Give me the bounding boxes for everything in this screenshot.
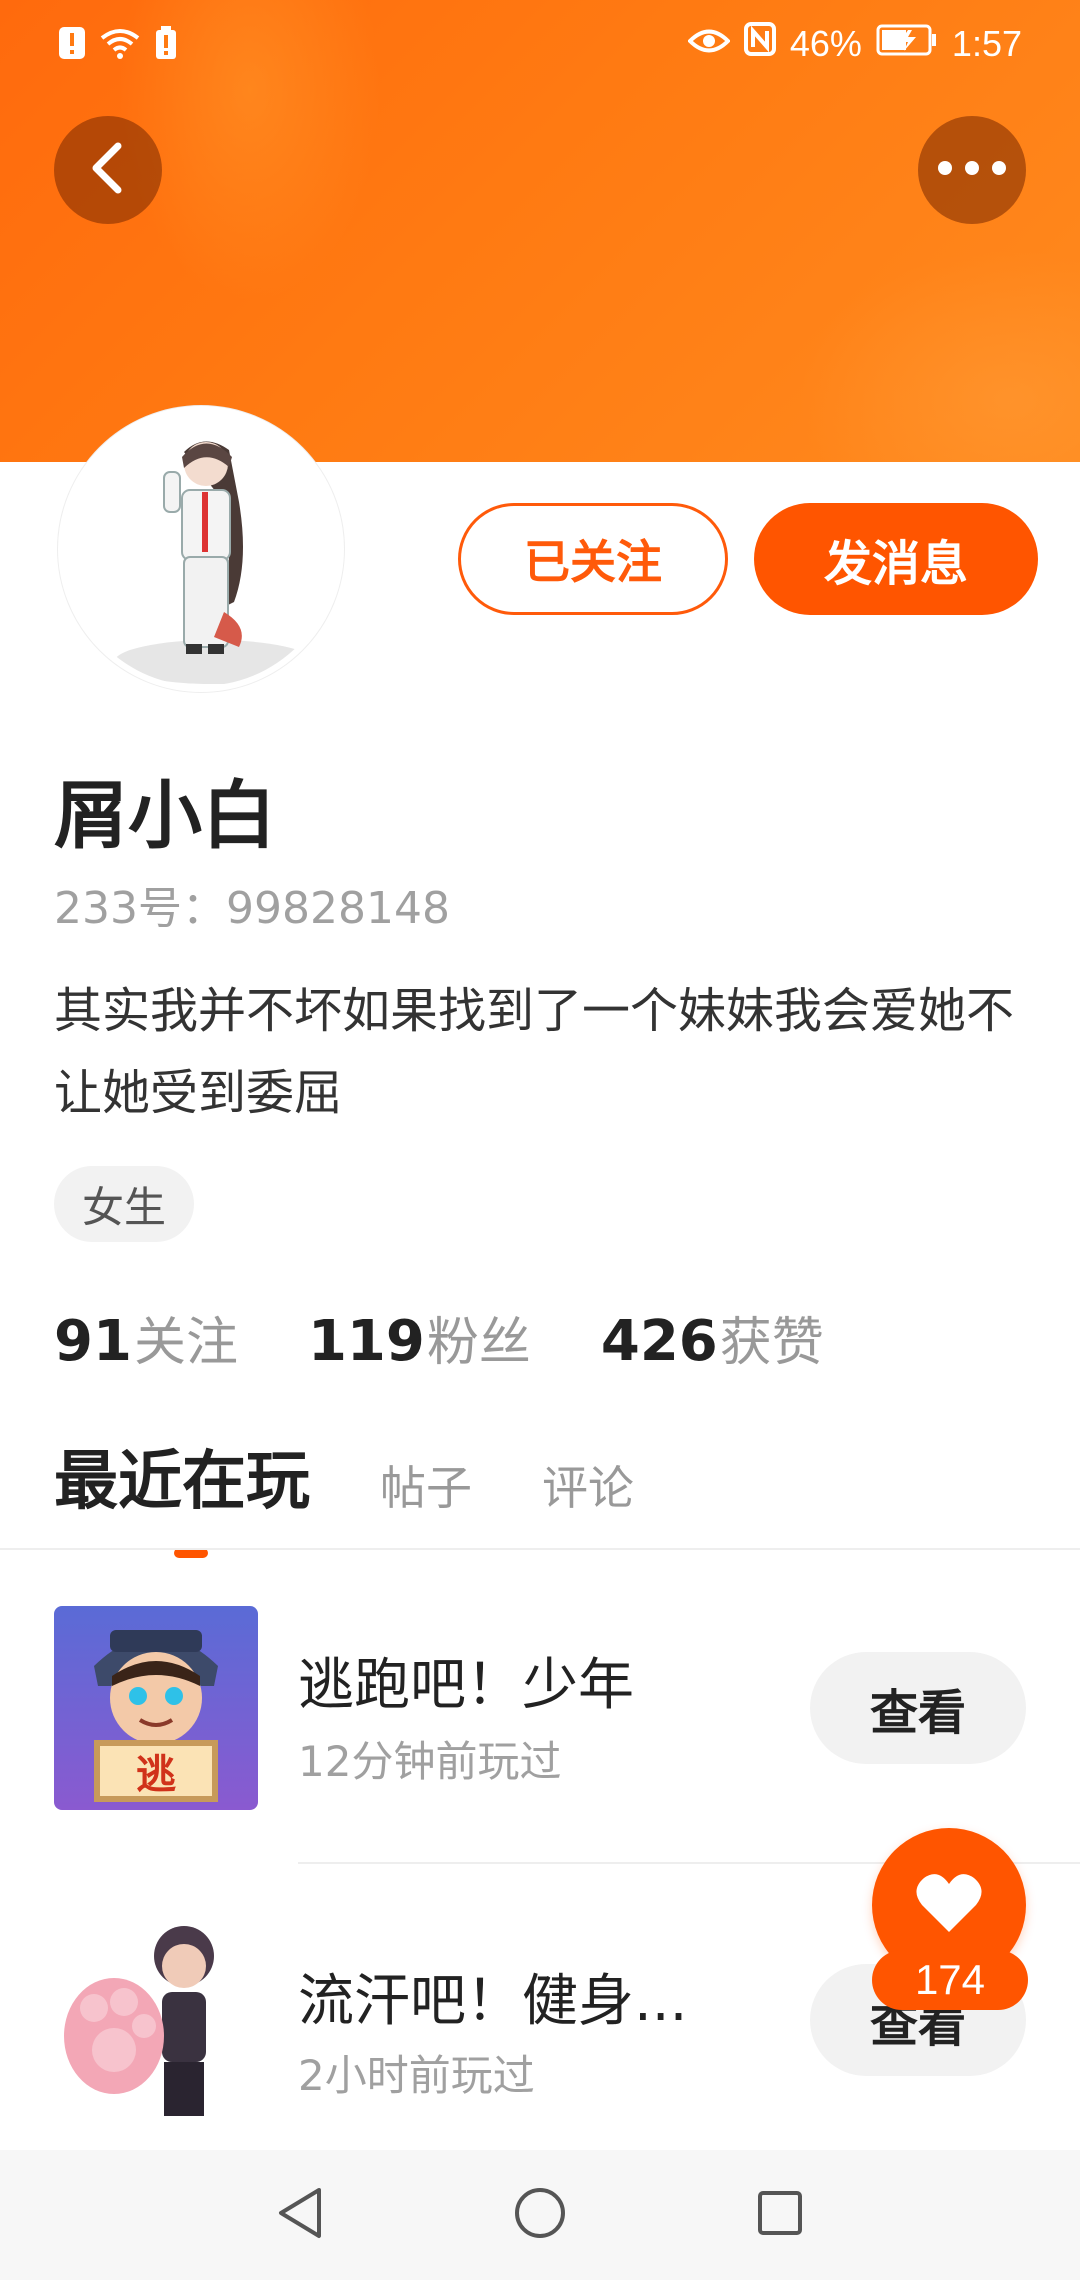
stat-likes[interactable]: 426 获赞: [601, 1300, 824, 1375]
nfc-icon: [743, 22, 776, 65]
nav-back-button[interactable]: [270, 2185, 330, 2245]
battery-alert-icon: [154, 26, 178, 64]
bio-text: 其实我并不坏如果找到了一个妹妹我会爱她不让她受到委屈: [54, 983, 1015, 1121]
game-title: 逃跑吧！少年: [298, 1653, 634, 1718]
gender-tag: 女生: [54, 1166, 195, 1242]
avatar-character-image: [64, 412, 338, 686]
back-button[interactable]: [54, 116, 162, 224]
following-button[interactable]: 已关注: [458, 503, 728, 615]
profile-tabs: 最近在玩 帖子 评论: [54, 1430, 704, 1558]
view-game-button[interactable]: 查看: [810, 1652, 1026, 1764]
stat-value: 91: [54, 1309, 132, 1374]
triangle-back-icon: [275, 2186, 325, 2244]
tab-comments[interactable]: 评论: [542, 1452, 634, 1522]
tab-recently-played[interactable]: 最近在玩: [54, 1430, 310, 1558]
wifi-icon: [98, 26, 142, 64]
stats-row: 91 关注 119 粉丝 426 获赞: [54, 1300, 894, 1375]
stat-label: 获赞: [719, 1313, 824, 1373]
more-dots-icon: [937, 160, 1007, 180]
chevron-left-icon: [88, 142, 128, 198]
user-id-label: 233号：: [54, 883, 226, 934]
nav-recents-button[interactable]: [750, 2185, 810, 2245]
game-icon-escape: 逃: [54, 1606, 258, 1810]
divider: [0, 1548, 1080, 1550]
stat-following[interactable]: 91 关注: [54, 1300, 238, 1375]
username: 屑小白: [54, 773, 276, 859]
stat-label: 关注: [133, 1313, 238, 1373]
stat-label: 粉丝: [426, 1313, 531, 1373]
game-icon-badge: 逃: [136, 1752, 176, 1798]
game-list-item[interactable]: 逃 逃跑吧！少年 12分钟前玩过 查看: [0, 1606, 1080, 1866]
last-played-time: 2小时前玩过: [298, 2051, 535, 2100]
user-id: 233号：99828148: [54, 872, 450, 936]
stat-value: 426: [600, 1309, 718, 1374]
more-button[interactable]: [918, 116, 1026, 224]
tab-label: 最近在玩: [54, 1445, 310, 1519]
last-played-time: 12分钟前玩过: [298, 1737, 562, 1786]
circle-home-icon: [514, 2187, 566, 2243]
status-bar: 46% 1:57: [0, 0, 1080, 92]
system-nav-bar: [0, 2150, 1080, 2280]
square-recents-icon: [757, 2190, 803, 2240]
send-message-button[interactable]: 发消息: [754, 503, 1038, 615]
heart-icon: [914, 1872, 984, 1938]
user-id-value: 99828148: [225, 883, 450, 934]
clock: 1:57: [951, 22, 1022, 64]
alert-icon: [58, 26, 86, 64]
game-title: 流汗吧！健身...: [298, 1969, 688, 2034]
battery-charging-icon: [876, 23, 938, 65]
stat-fans[interactable]: 119 粉丝: [308, 1300, 531, 1375]
tab-posts[interactable]: 帖子: [380, 1452, 472, 1522]
game-icon-fitness: [54, 1916, 258, 2120]
stat-value: 119: [307, 1309, 425, 1374]
avatar[interactable]: [58, 406, 344, 692]
battery-percent: 46%: [789, 22, 862, 64]
eye-icon: [687, 23, 731, 65]
nav-home-button[interactable]: [510, 2185, 570, 2245]
like-count-badge: 174: [872, 1950, 1028, 2010]
